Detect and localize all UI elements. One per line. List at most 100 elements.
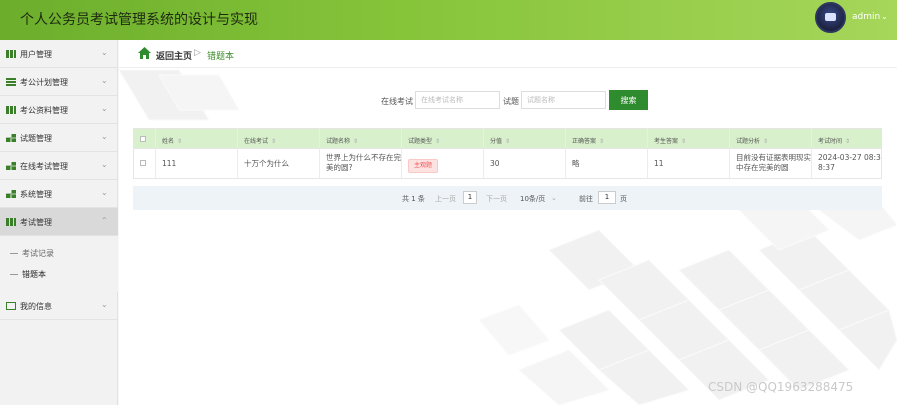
chevron-down-icon: ⌄ [101, 300, 108, 309]
question-search-input[interactable] [521, 91, 606, 109]
watermark: CSDN @QQ1963288475 [708, 380, 854, 394]
column-header[interactable]: 正确答案 ⇕ [566, 129, 648, 148]
sidebar-item-system[interactable]: 系统管理 ⌄ [0, 180, 118, 208]
chart-icon [6, 106, 16, 114]
question-search-label: 试题 [503, 97, 519, 106]
column-header[interactable]: 在线考试 ⇕ [238, 129, 320, 148]
breadcrumb-home-link[interactable]: 返回主页 [156, 49, 192, 62]
grid-icon [6, 134, 16, 142]
user-name[interactable]: admin [852, 12, 880, 22]
cell-student-answer: 11 [648, 149, 730, 178]
sidebar-item-questions[interactable]: 试题管理 ⌄ [0, 124, 118, 152]
cell-name: 111 [156, 149, 238, 178]
sort-icon[interactable]: ⇕ [505, 138, 510, 145]
goto-page-input[interactable]: 1 [598, 191, 616, 204]
sidebar-item-my-info[interactable]: 我的信息 ⌄ [0, 292, 118, 320]
exam-search-label: 在线考试 [381, 97, 413, 106]
cell-time: 2024-03-27 08:38:37 [818, 153, 881, 172]
submenu-item-wrong-questions[interactable]: 错题本 [0, 265, 118, 285]
column-header[interactable]: 姓名 ⇕ [156, 129, 238, 148]
sidebar-item-label: 系统管理 [20, 190, 52, 199]
table-row[interactable]: 111 十万个为什么 世界上为什么不存在完美的圆? 主观题 30 略 11 目前… [134, 149, 881, 178]
question-type-tag: 主观题 [408, 159, 439, 173]
cell-analysis: 目前没有证据表明现实中存在完美的圆 [730, 149, 812, 178]
chevron-down-icon: ⌄ [101, 160, 108, 169]
select-all-cell [134, 129, 156, 148]
sort-icon[interactable]: ⇕ [763, 138, 768, 145]
submenu-item-label: 考试记录 [22, 249, 54, 258]
background-cubes [119, 69, 897, 405]
chevron-down-icon: ⌄ [101, 188, 108, 197]
cell-correct-answer: 略 [566, 149, 648, 178]
chevron-down-icon: ⌄ [101, 76, 108, 85]
sidebar-item-users[interactable]: 用户管理 ⌄ [0, 40, 118, 68]
submenu-item-exam-records[interactable]: 考试记录 [0, 244, 118, 264]
page-unit-label: 页 [620, 195, 627, 203]
exam-search-input[interactable] [415, 91, 500, 109]
breadcrumb-separator: ▷ [194, 48, 201, 58]
grid-icon [6, 190, 16, 198]
chevron-down-icon: ⌄ [101, 132, 108, 141]
wrong-questions-table: 姓名 ⇕ 在线考试 ⇕ 试题名称 ⇕ 试题类型 ⇕ 分值 ⇕ 正确答案 ⇕ 考生答案 ⇕ 试题… [133, 128, 882, 179]
select-all-checkbox[interactable] [140, 136, 146, 142]
row-checkbox[interactable] [140, 160, 146, 166]
main-content: 返回主页 ▷ 错题本 在线考试 试题 搜索 姓名⇕ 在线考试⇕ 试题名称⇕ 试题… [119, 40, 897, 405]
breadcrumb-current: 错题本 [207, 52, 235, 62]
search-button[interactable]: 搜索 [609, 90, 648, 110]
sort-icon[interactable]: ⇕ [271, 138, 276, 145]
column-header[interactable]: 试题分析 ⇕ [730, 129, 812, 148]
top-bar: 个人公务员考试管理系统的设计与实现 admin ⌄ [0, 0, 897, 40]
sidebar-item-label: 用户管理 [20, 50, 52, 59]
submenu-item-label: 错题本 [22, 270, 46, 279]
sidebar-item-label: 考公资料管理 [20, 106, 68, 115]
tree-line [10, 274, 18, 275]
column-header[interactable]: 考生答案 ⇕ [648, 129, 730, 148]
sidebar-item-exam-materials[interactable]: 考公资料管理 ⌄ [0, 96, 118, 124]
sidebar-item-online-exam[interactable]: 在线考试管理 ⌄ [0, 152, 118, 180]
sort-icon[interactable]: ⇕ [435, 138, 440, 145]
chevron-up-icon: ⌃ [101, 216, 108, 225]
sort-icon[interactable]: ⇕ [353, 138, 358, 145]
page-size-select[interactable]: 10条/页 [520, 194, 545, 204]
cell-question: 世界上为什么不存在完美的圆? [320, 149, 402, 178]
column-header[interactable]: 分值 ⇕ [484, 129, 566, 148]
home-icon[interactable] [138, 47, 151, 59]
sidebar-item-label: 考试管理 [20, 218, 52, 227]
sidebar-item-label: 我的信息 [20, 302, 52, 311]
sort-icon[interactable]: ⇕ [599, 138, 604, 145]
table-header: 姓名 ⇕ 在线考试 ⇕ 试题名称 ⇕ 试题类型 ⇕ 分值 ⇕ 正确答案 ⇕ 考生答案 ⇕ 试题… [134, 129, 881, 149]
id-card-icon [6, 302, 16, 310]
chevron-down-icon: ⌄ [101, 48, 108, 57]
chevron-down-icon: ⌄ [101, 104, 108, 113]
list-icon [6, 78, 16, 86]
chevron-down-icon[interactable]: ⌄ [881, 12, 888, 21]
sidebar-item-label: 考公计划管理 [20, 78, 68, 87]
sidebar-item-label: 试题管理 [20, 134, 52, 143]
column-header[interactable]: 考试时间 ⇕ [812, 129, 883, 148]
sort-icon[interactable]: ⇕ [177, 138, 182, 145]
column-header[interactable]: 试题类型 ⇕ [402, 129, 484, 148]
tree-line [10, 253, 18, 254]
sort-icon[interactable]: ⇕ [681, 138, 686, 145]
sort-icon[interactable]: ⇕ [845, 138, 850, 145]
breadcrumb: 返回主页 ▷ 错题本 [119, 40, 897, 68]
goto-label: 前往 [579, 195, 593, 203]
sidebar-item-exam-plan[interactable]: 考公计划管理 ⌄ [0, 68, 118, 96]
bar-chart-icon [6, 218, 16, 226]
prev-page-button[interactable]: 上一页 [435, 194, 456, 204]
chevron-down-icon[interactable]: ⌄ [551, 194, 557, 202]
cell-type: 主观题 [402, 149, 484, 178]
app-title: 个人公务员考试管理系统的设计与实现 [20, 12, 258, 28]
sidebar-item-label: 在线考试管理 [20, 162, 68, 171]
avatar[interactable] [815, 2, 846, 33]
next-page-button[interactable]: 下一页 [486, 194, 507, 204]
users-icon [6, 50, 16, 58]
page-number[interactable]: 1 [463, 191, 477, 204]
row-select-cell [134, 149, 156, 178]
column-header[interactable]: 试题名称 ⇕ [320, 129, 402, 148]
cell-exam: 十万个为什么 [238, 149, 320, 178]
cell-score: 30 [484, 149, 566, 178]
pagination: 共 1 条 上一页 1 下一页 10条/页 ⌄ 前往 1 页 [133, 186, 882, 210]
sidebar-item-exam-management[interactable]: 考试管理 ⌃ [0, 208, 118, 236]
submenu: 考试记录 错题本 [0, 236, 118, 292]
